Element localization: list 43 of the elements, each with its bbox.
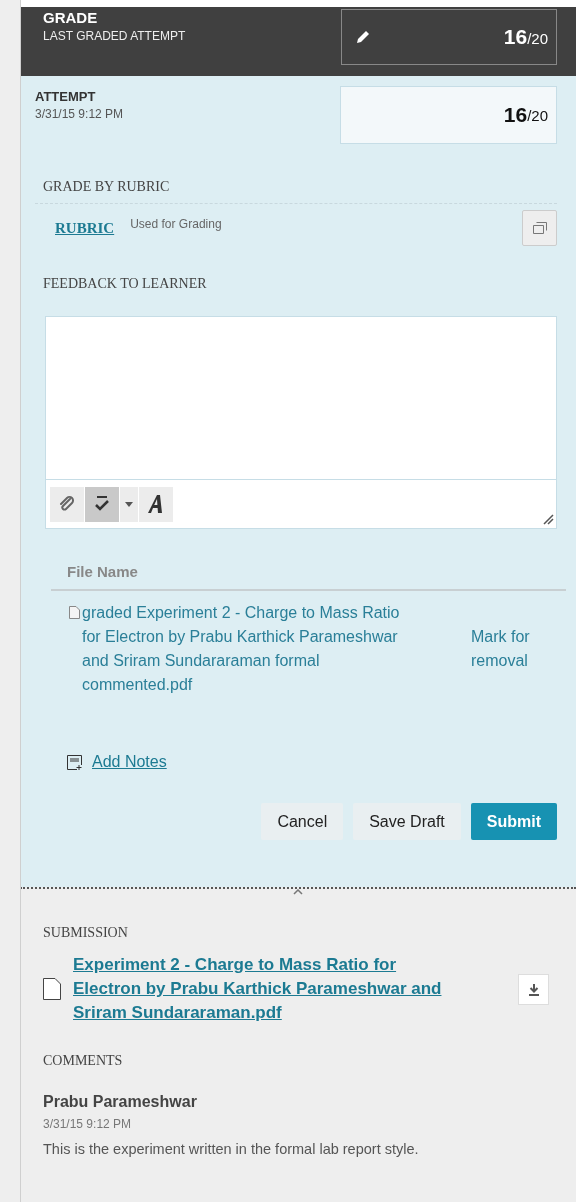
grade-title: GRADE [43,9,99,26]
column-header: File Name [51,563,566,591]
comment-author: Prabu Parameshwar [43,1093,198,1111]
download-button[interactable] [518,973,549,1005]
popup-button[interactable] [522,210,557,246]
attempt-date: 3/31/15 9:12 PM [35,107,124,121]
section-heading: COMMENTS [43,1053,124,1069]
mark-for-removal-link[interactable]: Mark for removal [471,625,551,697]
comment-date: 3/31/15 9:12 PM [43,1117,133,1131]
document-icon [69,606,80,619]
document-icon [43,978,61,1000]
pencil-icon [356,30,370,44]
caret-icon [125,501,133,507]
toolbar-button[interactable] [85,486,119,522]
action-button[interactable]: Save Draft [353,803,461,840]
notes-icon [67,754,82,770]
download-icon [527,982,540,996]
grade-subtitle: LAST GRADED ATTEMPT [43,29,186,43]
add-notes-link[interactable]: Add Notes [92,753,167,771]
section-heading: FEEDBACK TO LEARNER [42,276,208,292]
rubric-note: Used for Grading [130,217,223,231]
resize-grip-icon [542,513,554,525]
file-name: graded Experiment 2 - Charge to Mass Ratio for Electron by Prabu Karthick Parameshwar and Sriram Sundararaman formal commented.pdf [82,603,401,695]
attempt-score-field[interactable]: 16/20 [340,86,557,144]
toolbar-button[interactable] [50,486,84,522]
collapse-icon[interactable] [293,889,303,895]
dropdown-button[interactable] [120,486,138,522]
comment-text: This is the experiment written in the formal lab report style. [43,1141,420,1157]
section-heading: GRADE BY RUBRIC [35,179,557,204]
section-heading: SUBMISSION [43,925,129,941]
submit-button[interactable]: Submit [470,803,557,840]
toolbar-button[interactable] [139,486,173,522]
rubric-link[interactable]: RUBRIC [55,219,115,237]
grade-score-field[interactable]: 16/20 [341,9,557,65]
score-total: /20 [527,106,548,124]
score: 16 [503,103,528,127]
attempt-title: ATTEMPT [35,89,97,104]
score-total: /20 [527,30,548,47]
windows-icon [532,222,547,234]
submission-file-link[interactable]: Experiment 2 - Charge to Mass Ratio for Electron by Prabu Karthick Parameshwar and Sriram Sundararaman.pdf [73,953,503,1025]
action-button[interactable]: Cancel [261,803,344,840]
paperclip-icon [58,495,76,513]
score: 16 [503,25,528,48]
